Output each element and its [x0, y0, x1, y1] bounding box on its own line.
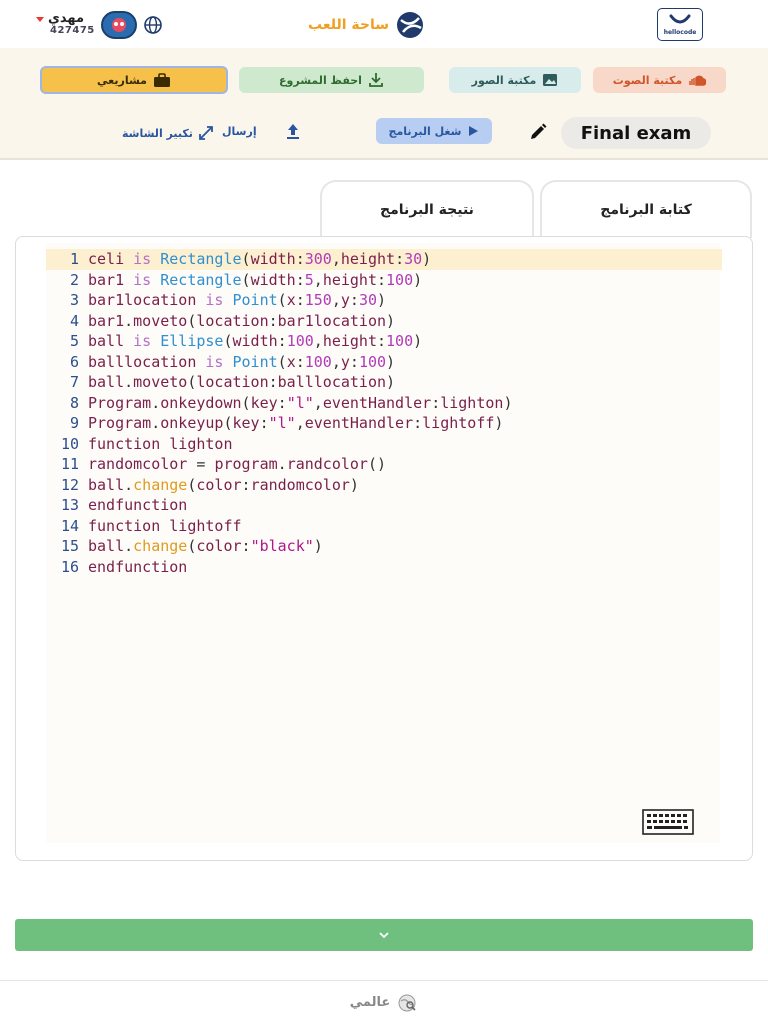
code-line[interactable]: 16 endfunction [46, 557, 720, 578]
line-text[interactable]: endfunction [88, 558, 187, 576]
fullscreen-button[interactable]: تكبير الشاشة [122, 125, 214, 141]
line-number: 5 [69, 332, 79, 350]
line-text[interactable]: bar1location is Point(x:150,y:30) [88, 291, 386, 309]
briefcase-icon [153, 72, 170, 87]
code-line[interactable]: 15 ball.change(color:"black") [46, 536, 720, 557]
line-text[interactable]: randomcolor = program.randcolor() [88, 455, 386, 473]
code-line[interactable]: 11 randomcolor = program.randcolor() [46, 454, 720, 475]
code-editor[interactable]: 1 celi is Rectangle(width:300,height:30) 2… [15, 236, 753, 861]
user-name-row: مهدي [36, 11, 85, 26]
footer-label[interactable]: عالمي [350, 995, 391, 1010]
code-line[interactable]: 9 Program.onkeyup(key:"l",eventHandler:li… [46, 413, 720, 434]
my-projects-label: مشاريعي [97, 73, 147, 87]
sound-library-label: مكتبة الصوت [612, 73, 683, 87]
line-number: 12 [60, 475, 79, 494]
collapse-bar[interactable] [15, 919, 753, 951]
line-number: 2 [69, 270, 79, 289]
image-icon [543, 74, 558, 86]
logo-mark-icon [669, 14, 691, 24]
code-line[interactable]: 13 endfunction [46, 495, 720, 516]
image-library-button[interactable]: مكتبة الصور [449, 67, 581, 93]
playground-brand[interactable]: ساحة اللعب [308, 10, 425, 40]
globe-icon[interactable] [143, 15, 163, 35]
send-button[interactable]: إرسال [222, 125, 257, 138]
line-text[interactable]: Program.onkeydown(key:"l",eventHandler:l… [88, 394, 512, 412]
expand-icon [199, 126, 213, 140]
line-text[interactable]: ball is Ellipse(width:100,height:100) [88, 332, 422, 350]
code-line[interactable]: 3 bar1location is Point(x:150,y:30) [46, 290, 720, 311]
footer: عالمي [0, 980, 768, 1024]
keyboard-icon[interactable] [642, 809, 694, 835]
tab-write-program[interactable]: كتابة البرنامج [540, 180, 752, 238]
user-id: 427475 [50, 25, 95, 36]
code-line[interactable]: 10 function lighton [46, 434, 720, 455]
code-line[interactable]: 4 bar1.moveto(location:bar1location) [46, 311, 720, 332]
code-area[interactable]: 1 celi is Rectangle(width:300,height:30) 2… [46, 243, 722, 843]
line-text[interactable]: bar1 is Rectangle(width:5,height:100) [88, 271, 422, 289]
line-number: 11 [60, 455, 79, 473]
send-label: إرسال [222, 125, 257, 138]
fullscreen-label: تكبير الشاشة [122, 126, 193, 140]
chevron-down-icon [379, 932, 389, 939]
line-text[interactable]: ball.change(color:"black") [88, 537, 323, 555]
line-number: 7 [69, 373, 79, 391]
code-line[interactable]: 1 celi is Rectangle(width:300,height:30) [46, 249, 722, 270]
line-number: 1 [69, 250, 79, 268]
line-text[interactable]: function lightoff [88, 517, 242, 535]
line-text[interactable]: bar1.moveto(location:bar1location) [88, 312, 395, 330]
line-text[interactable]: balllocation is Point(x:100,y:100) [88, 353, 395, 371]
line-number: 6 [69, 352, 79, 371]
line-text[interactable]: ball.change(color:randomcolor) [88, 476, 359, 494]
download-icon [369, 73, 383, 87]
line-text[interactable]: ball.moveto(location:balllocation) [88, 373, 395, 391]
image-library-label: مكتبة الصور [471, 73, 537, 87]
line-number: 14 [60, 516, 79, 535]
code-line[interactable]: 7 ball.moveto(location:balllocation) [46, 372, 720, 393]
code-line[interactable]: 6 balllocation is Point(x:100,y:100) [46, 352, 720, 373]
line-text[interactable]: celi is Rectangle(width:300,height:30) [88, 250, 431, 268]
top-header: مهدي 427475 ساحة اللعب hellocode [0, 0, 768, 48]
line-number: 15 [60, 537, 79, 555]
code-line[interactable]: 2 bar1 is Rectangle(width:5,height:100) [46, 270, 720, 291]
line-number: 9 [69, 414, 79, 432]
hellocode-logo[interactable]: hellocode [657, 8, 703, 41]
code-line[interactable]: 5 ball is Ellipse(width:100,height:100) [46, 331, 720, 352]
edit-pencil-icon[interactable] [528, 122, 548, 142]
dropdown-caret-icon[interactable] [36, 16, 44, 22]
ball-logo-icon [396, 12, 423, 38]
avatar[interactable] [100, 11, 137, 39]
code-line[interactable]: 12 ball.change(color:randomcolor) [46, 475, 720, 496]
avatar-icon [111, 18, 126, 32]
user-name: مهدي [48, 11, 85, 26]
line-number: 4 [69, 311, 79, 330]
run-program-button[interactable]: شغل البرنامج [376, 118, 492, 144]
line-number: 3 [69, 291, 79, 309]
code-line[interactable]: 8 Program.onkeydown(key:"l",eventHandler:… [46, 393, 720, 414]
run-program-label: شغل البرنامج [388, 124, 462, 138]
world-search-icon[interactable] [396, 992, 418, 1014]
brand-label: ساحة اللعب [308, 17, 389, 33]
code-lines[interactable]: 1 celi is Rectangle(width:300,height:30) 2… [46, 249, 722, 578]
toolbar: مشاريعي احفظ المشروع مكتبة الصور مكتبة ا… [0, 48, 768, 160]
code-line[interactable]: 14 function lightoff [46, 516, 720, 537]
save-project-label: احفظ المشروع [279, 73, 362, 87]
logo-text: hellocode [663, 29, 697, 36]
line-number: 16 [60, 557, 79, 576]
line-text[interactable]: function lighton [88, 435, 233, 453]
user-menu[interactable]: مهدي 427475 [36, 11, 163, 39]
soundcloud-icon [689, 75, 707, 86]
save-project-button[interactable]: احفظ المشروع [239, 67, 424, 93]
line-text[interactable]: endfunction [88, 496, 187, 514]
my-projects-button[interactable]: مشاريعي [40, 66, 228, 94]
play-icon [469, 126, 479, 136]
line-number: 13 [60, 496, 79, 514]
line-number: 8 [69, 393, 79, 412]
upload-icon[interactable] [285, 122, 301, 140]
line-number: 10 [60, 434, 79, 453]
line-text[interactable]: Program.onkeyup(key:"l",eventHandler:lig… [88, 414, 503, 432]
sound-library-button[interactable]: مكتبة الصوت [593, 67, 726, 93]
user-info: مهدي 427475 [36, 11, 95, 37]
project-title[interactable]: Final exam [561, 117, 711, 149]
tab-program-result[interactable]: نتيجة البرنامج [320, 180, 534, 238]
